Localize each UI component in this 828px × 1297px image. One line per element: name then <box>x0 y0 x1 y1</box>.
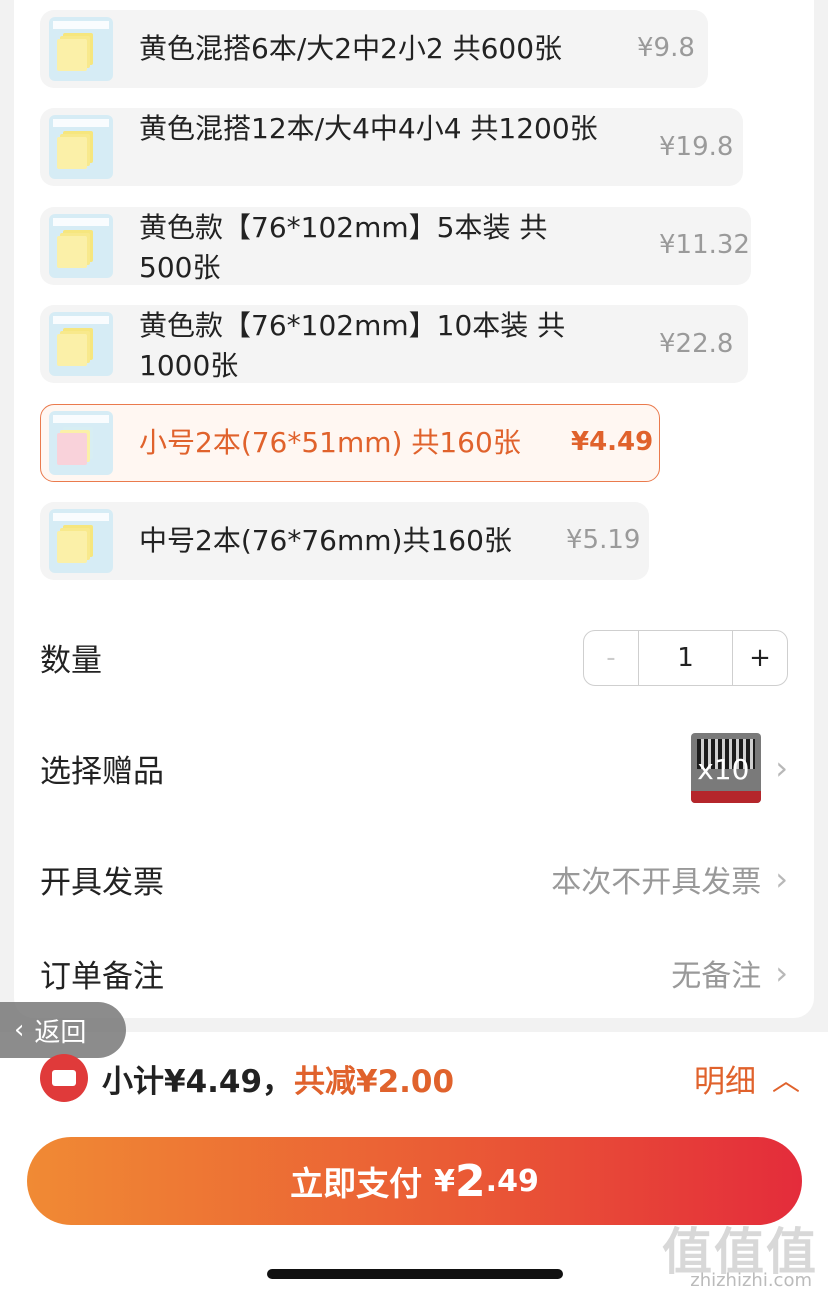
detail-toggle[interactable]: 明细 ︿ <box>694 1056 800 1101</box>
variant-price: ¥22.8 <box>659 329 734 359</box>
invoice-label: 开具发票 <box>40 864 164 901</box>
variant-label: 黄色款【76*102mm】5本装 共500张 <box>139 211 548 284</box>
variant-thumbnail <box>49 411 113 475</box>
variant-option[interactable]: 黄色混搭6本/大2中2小2 共600张 ¥9.8 <box>40 10 708 88</box>
variant-thumbnail <box>49 17 113 81</box>
variant-thumbnail <box>49 115 113 179</box>
variant-option[interactable]: 黄色混搭12本/大4中4小4 共1200张 ¥19.8 <box>40 108 743 186</box>
variant-label: 黄色混搭6本/大2中2小2 共600张 <box>139 32 563 65</box>
order-note-value: 无备注 <box>671 959 762 994</box>
invoice-row[interactable]: 开具发票 本次不开具发票 › <box>40 857 788 901</box>
gift-image: x10 <box>691 733 762 803</box>
gift-label: 选择赠品 <box>40 753 164 790</box>
pay-currency: ¥ <box>434 1163 456 1199</box>
decrement-button[interactable]: - <box>584 630 639 685</box>
back-label: 返回 <box>34 1017 87 1048</box>
variant-label: 黄色款【76*102mm】10本装 共1000张 <box>139 309 566 382</box>
quantity-input[interactable]: 1 <box>639 630 733 685</box>
chevron-right-icon: › <box>775 860 788 898</box>
variant-price: ¥11.32 <box>659 230 750 260</box>
variant-option[interactable]: 黄色款【76*102mm】10本装 共1000张 ¥22.8 <box>40 305 748 383</box>
increment-button[interactable]: + <box>733 631 787 685</box>
order-note-label: 订单备注 <box>40 958 164 995</box>
chevron-right-icon: › <box>775 954 788 992</box>
quantity-row: 数量 - 1 + <box>40 629 788 686</box>
subtotal-text: 小计¥4.49， <box>102 1064 294 1100</box>
invoice-value: 本次不开具发票 <box>551 865 762 900</box>
quantity-stepper: - 1 + <box>583 629 788 686</box>
variant-thumbnail <box>49 312 113 376</box>
order-note-row[interactable]: 订单备注 无备注 › <box>40 951 788 995</box>
home-indicator <box>267 1269 563 1279</box>
variant-option[interactable]: 黄色款【76*102mm】5本装 共500张 ¥11.32 <box>40 207 751 285</box>
pay-amount-decimal: .49 <box>485 1163 539 1199</box>
coupon-icon <box>40 1054 88 1102</box>
variant-option[interactable]: 中号2本(76*76mm)共160张 ¥5.19 <box>40 502 649 580</box>
variant-thumbnail <box>49 509 113 573</box>
watermark-site: zhizhizhi.com <box>690 1270 812 1291</box>
chevron-left-icon: ‹ <box>14 1015 25 1045</box>
variant-price: ¥9.8 <box>637 33 695 63</box>
variant-price: ¥5.19 <box>566 525 641 555</box>
variant-option-selected[interactable]: 小号2本(76*51mm) 共160张 ¥4.49 <box>40 404 660 482</box>
detail-label: 明细 <box>693 1064 756 1100</box>
variant-label: 小号2本(76*51mm) 共160张 <box>139 426 521 459</box>
gift-row[interactable]: 选择赠品 x10 › <box>40 732 788 804</box>
chevron-up-icon: ︿ <box>771 1063 800 1097</box>
pay-amount-integer: 2 <box>455 1155 486 1207</box>
gift-badge: x10 <box>697 753 750 786</box>
variant-label: 黄色混搭12本/大4中4小4 共1200张 <box>139 112 598 145</box>
variant-price: ¥4.49 <box>571 427 654 457</box>
back-button[interactable]: ‹ 返回 <box>0 1002 126 1058</box>
variant-price: ¥19.8 <box>659 132 734 162</box>
pay-label: 立即支付 <box>290 1164 423 1203</box>
quantity-label: 数量 <box>40 643 102 679</box>
variant-thumbnail <box>49 214 113 278</box>
chevron-right-icon: › <box>775 749 788 787</box>
variant-label: 中号2本(76*76mm)共160张 <box>139 524 512 557</box>
discount-text: 共减¥2.00 <box>294 1064 455 1100</box>
